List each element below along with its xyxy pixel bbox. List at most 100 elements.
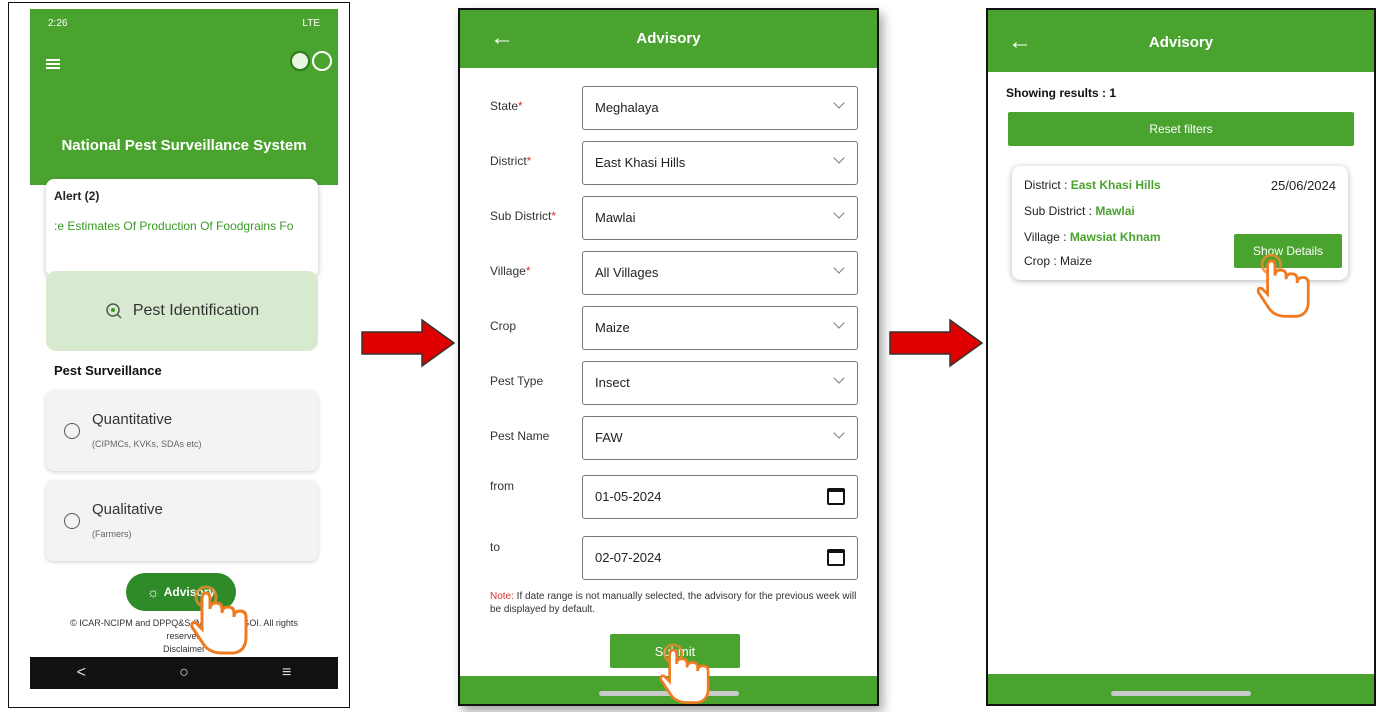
date-note: Note: If date range is not manually sele… [490,590,860,616]
nav-back-button[interactable]: < [77,664,86,682]
footer-copyright: © ICAR-NCIPM and DPPQ&S (MoA&FW), GOI. A… [70,618,298,628]
subdistrict-line: Sub District : Mawlai [1024,204,1135,218]
pest-type-label: Pest Type [490,374,544,388]
field-label: State* [490,99,523,113]
alert-card[interactable]: Alert (2) :e Estimates Of Production Of … [46,179,318,277]
field-label: Pest Name [490,429,549,443]
user-icon [64,423,80,439]
footer-reserved: reserved [166,631,202,641]
footer: © ICAR-NCIPM and DPPQ&S (MoA&FW), GOI. A… [30,617,338,656]
from-date-input[interactable]: 01-05-2024 [582,475,858,519]
search-icon [106,303,122,319]
status-time: 2:26 [48,17,68,29]
advisory-label: Advisory [163,585,216,599]
home-indicator [1111,691,1251,696]
quantitative-card[interactable]: Quantitative (CIPMCs, KVKs, SDAs etc) [46,391,318,471]
bulb-icon: ☼ [146,584,160,600]
quantitative-title: Quantitative [92,411,173,428]
chevron-down-icon [833,97,845,109]
pest-identification-label: Pest Identification [132,302,260,319]
from-label: from [490,479,514,493]
nav-recent-button[interactable]: ≡ [282,664,291,682]
subdistrict-label: Sub District [490,209,552,223]
show-details-button[interactable]: Show Details [1234,234,1342,268]
advisory-result-card[interactable]: District : East Khasi Hills 25/06/2024 S… [1012,166,1348,280]
app-header: National Pest Surveillance System [30,37,338,185]
phone-screen: 2:26 LTE National Pest Surveillance Syst… [30,9,338,689]
subdistrict-value: Mawlai [595,210,636,225]
crop-select[interactable]: Maize [582,306,858,350]
subdistrict-select[interactable]: Mawlai [582,196,858,240]
section-title: Pest Surveillance [54,363,162,378]
results-count: Showing results : 1 [1006,86,1117,100]
note-prefix: Note: [490,591,514,602]
qualitative-subtitle: (Farmers) [92,529,132,539]
field-label: Sub District* [490,209,556,223]
crop-label: Crop [490,319,517,333]
user-icon [64,513,80,529]
to-date-field: to 02-07-2024 [490,536,858,580]
state-select[interactable]: Meghalaya [582,86,858,130]
disclaimer-link[interactable]: Disclaimer [48,643,320,656]
subdistrict-label: Sub District : [1024,204,1093,218]
calendar-icon[interactable] [827,488,845,505]
district-label: District : [1024,178,1068,192]
submit-button[interactable]: Submit [610,634,740,668]
app-bar: ← Advisory [988,10,1374,72]
crop-value: Maize [595,320,630,335]
page-title: Advisory [1148,34,1214,51]
advisory-form-panel: ← Advisory State* Meghalaya District* Ea… [458,8,879,706]
pest-type-field: Pest Type Insect [490,361,858,405]
app-bar: ← Advisory [460,10,877,68]
pest-name-select[interactable]: FAW [582,416,858,460]
alert-ticker[interactable]: :e Estimates Of Production Of Foodgrains… [54,219,310,233]
chevron-down-icon [833,372,845,384]
note-text: If date range is not manually selected, … [490,591,857,615]
home-screen-panel: 2:26 LTE National Pest Surveillance Syst… [8,2,350,708]
home-indicator [598,691,739,696]
village-label: Village [490,264,526,278]
menu-icon[interactable] [46,59,60,69]
village-value: Mawsiat Khnam [1069,230,1161,244]
village-field: Village* All Villages [490,251,858,295]
page-title: Advisory [636,30,701,47]
required-mark: * [525,264,531,278]
advisory-results-panel: ← Advisory Showing results : 1 Reset fil… [986,8,1376,706]
advisory-button[interactable]: ☼ Advisory [126,573,236,611]
district-select[interactable]: East Khasi Hills [582,141,858,185]
subdistrict-field: Sub District* Mawlai [490,196,858,240]
calendar-icon[interactable] [827,549,845,566]
state-label: State [490,99,519,113]
qualitative-card[interactable]: Qualitative (Farmers) [46,481,318,561]
field-label: Pest Type [490,374,543,388]
profile-icon[interactable] [312,51,332,71]
district-value: East Khasi Hills [595,155,686,170]
system-nav-bar: < ○ ≡ [30,657,338,689]
bottom-bar [988,674,1374,704]
pest-name-value: FAW [595,430,623,445]
to-date-input[interactable]: 02-07-2024 [582,536,858,580]
crop-line: Crop : Maize [1024,254,1093,268]
crop-field: Crop Maize [490,306,858,350]
pest-identification-button[interactable]: Pest Identification [46,271,318,351]
bottom-bar [460,676,877,704]
district-label: District [490,154,527,168]
from-date-value: 01-05-2024 [595,489,662,504]
nav-home-button[interactable]: ○ [179,664,189,682]
pest-name-field: Pest Name FAW [490,416,858,460]
field-label: Crop [490,319,516,333]
reset-filters-button[interactable]: Reset filters [1008,112,1354,146]
state-field: State* Meghalaya [490,86,858,130]
from-date-field: from 01-05-2024 [490,475,858,519]
pest-type-select[interactable]: Insect [582,361,858,405]
village-line: Village : Mawsiat Khnam [1024,230,1161,244]
chevron-down-icon [833,207,845,219]
chevron-down-icon [833,152,845,164]
state-value: Meghalaya [595,100,659,115]
alert-heading: Alert (2) [54,189,100,203]
village-select[interactable]: All Villages [582,251,858,295]
qualitative-title: Qualitative [92,501,163,518]
field-label: District* [490,154,531,168]
district-value: East Khasi Hills [1070,178,1161,192]
pest-name-label: Pest Name [490,429,550,443]
